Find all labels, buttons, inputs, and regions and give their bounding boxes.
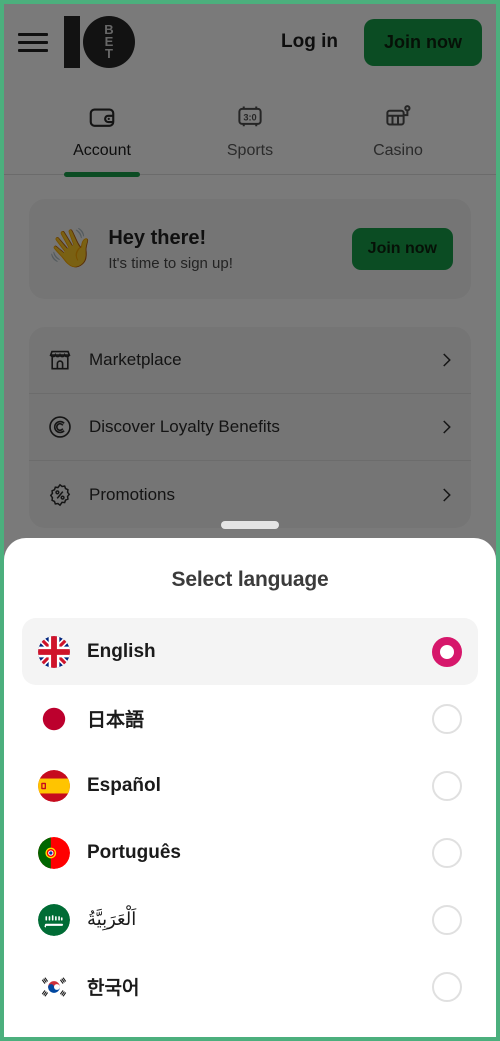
- radio-unselected-icon[interactable]: [432, 770, 462, 801]
- language-label: اَلْعَرَبِيَّةُ: [87, 909, 137, 929]
- radio-unselected-icon[interactable]: [432, 837, 462, 868]
- flag-spain: [38, 769, 70, 802]
- language-bottom-sheet: Select language English 日本語 Español Port…: [4, 538, 496, 1037]
- language-label: 日本語: [87, 710, 145, 731]
- language-label: 한국어: [87, 978, 140, 999]
- language-list: English 日本語 Español Português اَلْعَرَبِ…: [22, 618, 478, 1020]
- flag-south-korea: [38, 970, 70, 1003]
- app-screen: B E T Log in Join now: [0, 0, 500, 1041]
- drag-handle[interactable]: [221, 521, 279, 529]
- flag-japan: [38, 702, 70, 735]
- language-label: Português: [87, 841, 181, 863]
- flag-uk: [38, 635, 70, 668]
- language-option-korean[interactable]: 한국어: [22, 953, 478, 1020]
- sheet-title: Select language: [171, 568, 329, 591]
- language-label: English: [87, 640, 156, 662]
- language-option-arabic[interactable]: اَلْعَرَبِيَّةُ: [22, 886, 478, 953]
- radio-unselected-icon[interactable]: [432, 971, 462, 1002]
- language-option-spanish[interactable]: Español: [22, 752, 478, 819]
- language-label: Español: [87, 774, 161, 796]
- flag-saudi-arabia: [38, 903, 70, 936]
- flag-portugal: [38, 836, 70, 869]
- radio-unselected-icon[interactable]: [432, 904, 462, 935]
- language-option-japanese[interactable]: 日本語: [22, 685, 478, 752]
- language-option-english[interactable]: English: [22, 618, 478, 685]
- radio-selected-icon[interactable]: [432, 636, 462, 667]
- radio-unselected-icon[interactable]: [432, 703, 462, 734]
- language-option-portuguese[interactable]: Português: [22, 819, 478, 886]
